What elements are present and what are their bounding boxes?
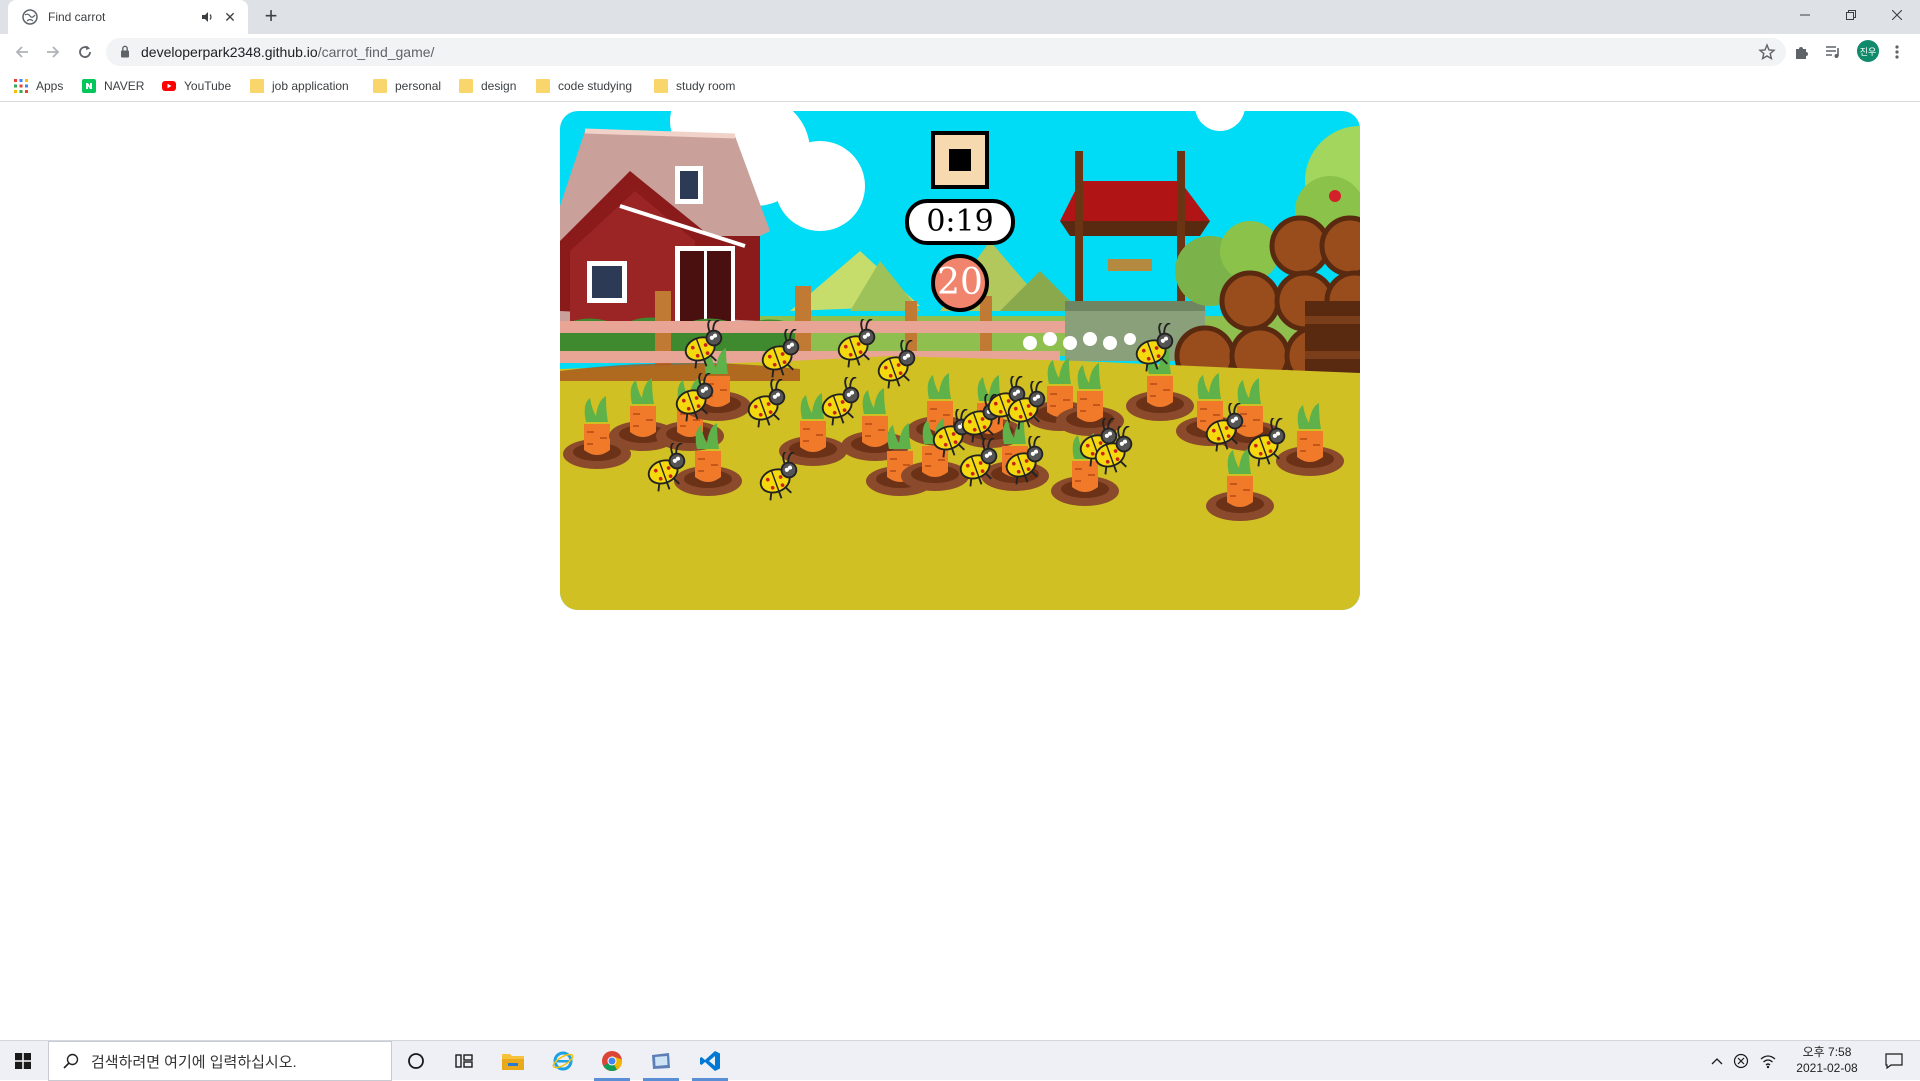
- stop-icon: [949, 149, 971, 171]
- browser-title-bar: Find carrot ✕ +: [0, 0, 1920, 34]
- bookmark-personal[interactable]: personal: [373, 78, 441, 94]
- bug-item[interactable]: [870, 340, 922, 390]
- bookmark-label: study room: [676, 79, 736, 93]
- bug-item[interactable]: [952, 438, 1004, 488]
- folder-icon: [250, 79, 264, 93]
- windows-taskbar: 검색하려면 여기에 입력하십시오. 오후 7:58 2021-02-08: [0, 1040, 1920, 1081]
- clock-time: 오후 7:58: [1802, 1045, 1852, 1059]
- close-tab-icon[interactable]: ✕: [222, 9, 238, 25]
- apps-grid-icon: [14, 79, 28, 93]
- game-timer: 0:19: [905, 199, 1015, 245]
- bug-item[interactable]: [740, 379, 792, 429]
- bug-item[interactable]: [1240, 418, 1292, 468]
- new-tab-button[interactable]: +: [260, 5, 282, 28]
- stop-button[interactable]: [931, 131, 989, 189]
- bookmark-label: code studying: [558, 79, 633, 93]
- back-arrow-icon[interactable]: [10, 40, 34, 64]
- network-error-icon[interactable]: [1730, 1041, 1752, 1081]
- speaker-icon[interactable]: [200, 10, 214, 24]
- cortana-icon[interactable]: [392, 1041, 440, 1081]
- internet-explorer-icon[interactable]: [539, 1041, 587, 1081]
- bug-item[interactable]: [752, 452, 804, 502]
- url-path: /carrot_find_game/: [317, 44, 435, 60]
- youtube-icon: [162, 81, 176, 91]
- bookmark-study-room[interactable]: study room: [654, 78, 735, 94]
- globe-icon: [22, 9, 38, 25]
- folder-icon: [459, 79, 473, 93]
- carrot-counter: 20: [931, 254, 989, 312]
- url-domain: developerpark2348.github.io: [141, 44, 318, 60]
- address-bar[interactable]: developerpark2348.github.io/carrot_find_…: [106, 38, 1786, 66]
- forward-arrow-icon[interactable]: [41, 40, 65, 64]
- active-tab[interactable]: Find carrot ✕: [8, 0, 248, 34]
- notifications-icon[interactable]: [1874, 1041, 1914, 1081]
- menu-kebab-icon[interactable]: [1886, 41, 1908, 63]
- bookmark-label: Apps: [36, 79, 64, 93]
- url-text[interactable]: developerpark2348.github.io/carrot_find_…: [141, 44, 434, 60]
- bookmark-label: NAVER: [104, 79, 145, 93]
- bug-item[interactable]: [814, 377, 866, 427]
- windows-start-icon[interactable]: [0, 1041, 46, 1081]
- bookmark-label: personal: [395, 79, 442, 93]
- close-window-icon[interactable]: [1874, 0, 1920, 30]
- bug-item[interactable]: [998, 436, 1050, 486]
- taskbar-clock[interactable]: 오후 7:58 2021-02-08: [1790, 1044, 1864, 1076]
- lock-icon[interactable]: [120, 45, 130, 58]
- bookmark-label: YouTube: [184, 79, 232, 93]
- task-view-icon[interactable]: [440, 1041, 488, 1081]
- bug-item[interactable]: [1128, 323, 1180, 373]
- bug-item[interactable]: [668, 373, 720, 423]
- bug-item[interactable]: [754, 329, 806, 379]
- naver-icon: [82, 79, 96, 93]
- extensions-puzzle-icon[interactable]: [1790, 41, 1812, 63]
- media-queue-icon[interactable]: [1822, 41, 1844, 63]
- reload-icon[interactable]: [73, 40, 97, 64]
- bug-item[interactable]: [677, 320, 729, 370]
- bug-item[interactable]: [1087, 426, 1139, 476]
- app-window-icon[interactable]: [637, 1041, 685, 1081]
- game-board: 0:19 20: [560, 111, 1360, 610]
- bookmark-youtube[interactable]: YouTube: [162, 78, 231, 94]
- bookmark-code-studying[interactable]: code studying: [536, 78, 632, 94]
- bookmark-naver[interactable]: NAVER: [82, 78, 144, 94]
- bookmarks-bar: Apps NAVER YouTube job application perso…: [0, 70, 1920, 102]
- file-explorer-icon[interactable]: [489, 1041, 537, 1081]
- folder-icon: [654, 79, 668, 93]
- bookmark-design[interactable]: design: [459, 78, 516, 94]
- wifi-icon[interactable]: [1757, 1041, 1779, 1081]
- browser-toolbar: developerpark2348.github.io/carrot_find_…: [0, 34, 1920, 70]
- bookmark-job-application[interactable]: job application: [250, 78, 349, 94]
- bookmark-star-icon[interactable]: [1758, 43, 1776, 61]
- clock-date: 2021-02-08: [1796, 1061, 1858, 1075]
- profile-avatar[interactable]: 진우: [1857, 40, 1879, 62]
- taskbar-search-box[interactable]: 검색하려면 여기에 입력하십시오.: [48, 1041, 392, 1081]
- folder-icon: [373, 79, 387, 93]
- bookmark-apps[interactable]: Apps: [14, 78, 63, 94]
- taskbar-search-placeholder: 검색하려면 여기에 입력하십시오.: [91, 1053, 297, 1071]
- minimize-icon[interactable]: [1782, 0, 1828, 30]
- bug-item[interactable]: [1000, 381, 1052, 431]
- folder-icon: [536, 79, 550, 93]
- show-hidden-icons-chevron-icon[interactable]: [1706, 1041, 1728, 1081]
- restore-icon[interactable]: [1828, 0, 1874, 30]
- search-icon: [63, 1053, 79, 1069]
- chrome-icon[interactable]: [588, 1041, 636, 1081]
- bug-item[interactable]: [640, 443, 692, 493]
- vscode-icon[interactable]: [686, 1041, 734, 1081]
- tab-title: Find carrot: [48, 10, 106, 24]
- bookmark-label: job application: [272, 79, 349, 93]
- bookmark-label: design: [481, 79, 517, 93]
